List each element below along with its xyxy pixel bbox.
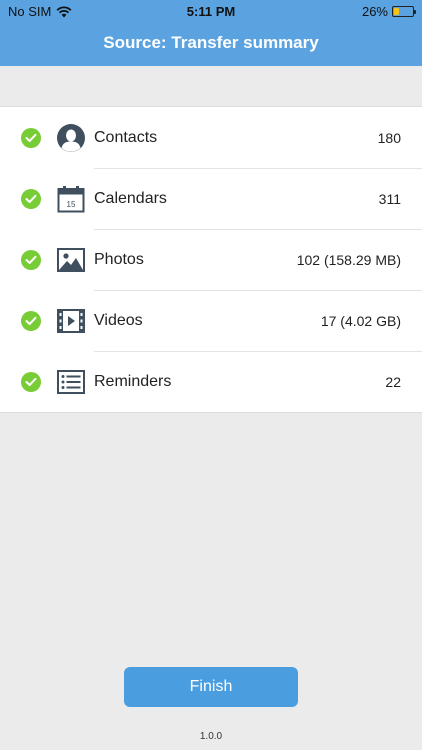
transfer-summary-list: Contacts 180 15 Calendars 311 Photos 102… — [0, 106, 422, 413]
battery-percent: 26% — [361, 4, 388, 19]
contact-icon — [56, 123, 86, 153]
page-title: Source: Transfer summary — [103, 33, 319, 52]
item-count: 17 (4.02 GB) — [320, 312, 401, 329]
status-bar: No SIM 5:11 PM 26% — [0, 0, 422, 22]
list-item-calendars: 15 Calendars 311 — [0, 168, 422, 229]
battery-icon — [392, 6, 416, 17]
check-icon — [21, 249, 41, 270]
battery-level-fill — [394, 8, 399, 15]
status-time: 5:11 PM — [186, 4, 236, 19]
list-item-reminders: Reminders 22 — [0, 351, 422, 412]
item-count: 311 — [378, 190, 401, 207]
check-icon — [21, 310, 41, 331]
item-label: Photos — [94, 250, 144, 268]
photo-icon — [56, 245, 86, 275]
list-item-photos: Photos 102 (158.29 MB) — [0, 229, 422, 290]
list-item-videos: Videos 17 (4.02 GB) — [0, 290, 422, 351]
item-count: 22 — [385, 373, 401, 390]
calendar-icon: 15 — [56, 184, 86, 214]
item-count: 102 (158.29 MB) — [296, 251, 401, 268]
battery-indicator: 26% — [361, 4, 416, 19]
video-icon — [56, 306, 86, 336]
version-label: 1.0.0 — [199, 731, 223, 742]
list-item-contacts: Contacts 180 — [0, 107, 422, 168]
navigation-bar: No SIM 5:11 PM 26% Source: Transfer summ… — [0, 0, 422, 66]
calendar-day-label: 15 — [67, 200, 76, 209]
finish-button[interactable]: Finish — [124, 667, 298, 707]
item-label: Reminders — [94, 372, 172, 390]
check-icon — [21, 127, 41, 148]
item-label: Videos — [94, 311, 143, 329]
item-count: 180 — [377, 129, 401, 146]
check-icon — [21, 371, 41, 392]
reminders-icon — [56, 367, 86, 397]
item-label: Calendars — [94, 189, 167, 207]
check-icon — [21, 188, 41, 209]
item-label: Contacts — [94, 128, 158, 146]
